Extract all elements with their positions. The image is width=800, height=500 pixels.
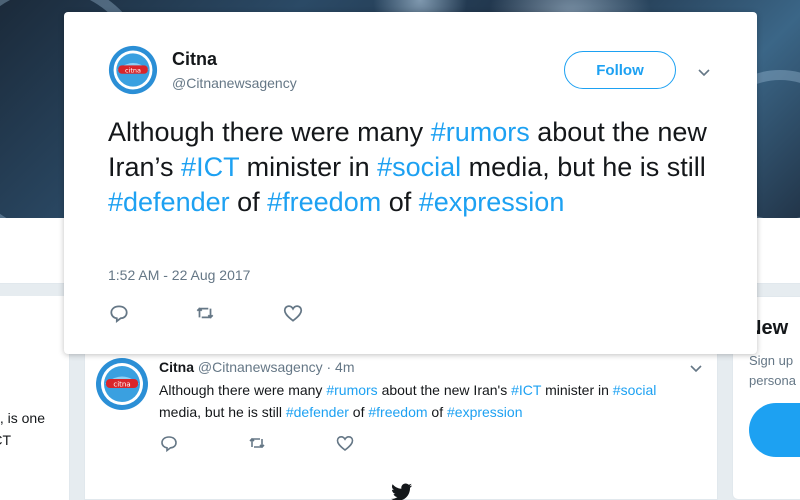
hashtag-link[interactable]: #freedom [267, 187, 381, 217]
tweet-text-segment: Although there were many [159, 382, 327, 398]
tweet-card: citna Citna @Citnanewsagency Follow Alth… [64, 12, 757, 354]
hashtag-link[interactable]: #freedom [368, 404, 427, 420]
hashtag-link[interactable]: #ICT [511, 382, 541, 398]
tweet-text-segment: Although there were many [108, 117, 431, 147]
tweet-text-segment: of [229, 187, 268, 217]
tweet-author-name[interactable]: Citna [159, 359, 194, 375]
tweet-text-segment: media, but he is still [461, 152, 706, 182]
tweet-text-segment: about the new Iran's [377, 382, 512, 398]
avatar[interactable]: citna [108, 45, 158, 95]
hashtag-link[interactable]: #rumors [326, 382, 377, 398]
avatar[interactable]: citna [95, 357, 149, 411]
tweet-author-name[interactable]: Citna [172, 49, 217, 70]
tweet-text: Although there were many #rumors about t… [108, 115, 738, 220]
svg-text:citna: citna [113, 381, 130, 389]
hashtag-link[interactable]: #defender [286, 404, 349, 420]
bio-text-line: , is one [0, 410, 45, 426]
chevron-down-icon[interactable] [689, 361, 703, 375]
signup-button[interactable] [749, 403, 800, 457]
tweet-text-segment: of [427, 404, 447, 420]
hashtag-link[interactable]: #social [377, 152, 461, 182]
tweet-text-segment: minister in [239, 152, 378, 182]
follow-button[interactable]: Follow [564, 51, 676, 89]
hashtag-link[interactable]: #ICT [181, 152, 239, 182]
profile-bio-card: , is one CT [0, 296, 70, 500]
tweet-text-segment: minister in [541, 382, 613, 398]
hashtag-link[interactable]: #rumors [431, 117, 530, 147]
tweet-meta[interactable]: @Citnanewsagency · 4m [198, 359, 355, 375]
tweet-text: Although there were many #rumors about t… [159, 379, 679, 423]
tweet-header: Citna @Citnanewsagency · 4m [159, 359, 355, 375]
tweet-text-segment: of [381, 187, 419, 217]
hashtag-link[interactable]: #defender [108, 187, 230, 217]
signup-text: persona [749, 373, 796, 388]
like-icon[interactable] [282, 302, 304, 324]
retweet-icon[interactable] [194, 302, 216, 324]
hashtag-link[interactable]: #expression [419, 187, 565, 217]
tweet-text-segment: media, but he is still [159, 404, 286, 420]
tweet-timestamp[interactable]: 1:52 AM - 22 Aug 2017 [108, 267, 250, 283]
tweet-text-segment: of [348, 404, 369, 420]
hashtag-link[interactable]: #social [613, 382, 657, 398]
reply-icon[interactable] [108, 302, 130, 324]
like-icon[interactable] [335, 433, 355, 453]
hashtag-link[interactable]: #expression [447, 404, 523, 420]
twitter-bird-icon [391, 483, 413, 500]
svg-text:citna: citna [125, 66, 141, 74]
tweet-author-handle[interactable]: @Citnanewsagency [172, 75, 297, 91]
reply-icon[interactable] [159, 433, 179, 453]
chevron-down-icon[interactable] [697, 65, 711, 79]
signup-text: Sign up [749, 353, 794, 368]
retweet-icon[interactable] [247, 433, 267, 453]
bio-text-line: CT [0, 432, 11, 448]
